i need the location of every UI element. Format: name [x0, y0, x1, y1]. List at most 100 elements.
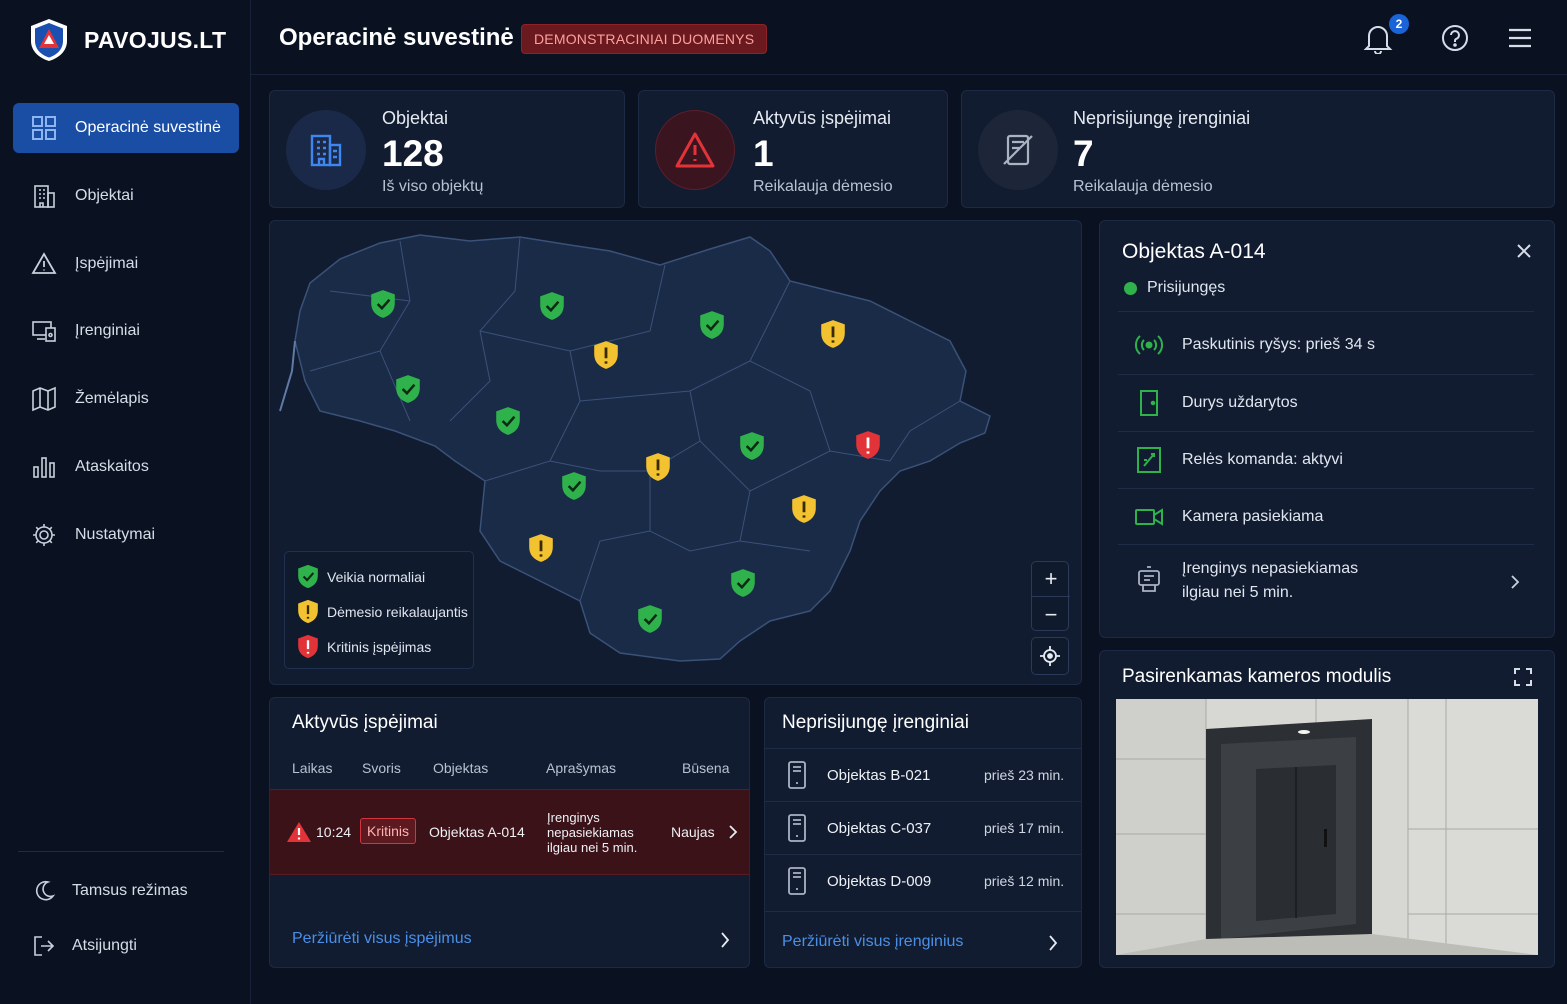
stat-sub: Reikalauja dėmesio — [1073, 178, 1213, 195]
list-item[interactable]: Objektas C-037 prieš 17 min. — [765, 801, 1081, 854]
gear-icon — [33, 524, 55, 546]
dark-mode-label: Tamsus režimas — [72, 882, 188, 899]
device-time: prieš 12 min. — [984, 873, 1065, 889]
warning-icon — [31, 252, 57, 274]
online-status: Prisijungęs — [1124, 279, 1225, 297]
demo-badge: DEMONSTRACINIAI DUOMENYS — [521, 24, 768, 54]
header: Operacinė suvestinė DEMONSTRACINIAI DUOM… — [251, 0, 1567, 75]
offline-device-icon — [978, 110, 1058, 190]
device-name: Objektas C-037 — [827, 819, 932, 837]
sidebar-item-map[interactable]: Žemėlapis — [13, 374, 239, 424]
camera-icon — [1135, 507, 1163, 526]
map-coast-spit — [279, 340, 296, 412]
object-detail-panel: Objektas A-014 Prisijungęs Paskutinis ry… — [1099, 220, 1555, 638]
sidebar-item-label: Ataskaitos — [75, 458, 149, 475]
view-all-devices-link[interactable]: Peržiūrėti visus įrenginius — [782, 933, 963, 951]
chevron-right-icon[interactable] — [728, 825, 738, 839]
column-header: Svoris — [362, 760, 401, 776]
stat-label: Aktyvūs įspėjimai — [753, 108, 892, 128]
camera-title: Pasirenkamas kameros modulis — [1122, 666, 1392, 687]
column-header: Aprašymas — [546, 760, 617, 776]
sidebar-item-alerts[interactable]: Įspėjimai — [13, 239, 239, 289]
devices-icon — [32, 321, 56, 342]
phone-device-icon — [788, 814, 806, 842]
list-item[interactable]: Objektas B-021 prieš 23 min. — [765, 748, 1081, 801]
view-all-alerts-link[interactable]: Peržiūrėti visus įspėjimus — [292, 930, 472, 948]
crosshair-icon — [1040, 646, 1060, 666]
sidebar-item-dashboard[interactable]: Operacinė suvestinė — [13, 103, 239, 153]
legend-item-ok: Veikia normaliai — [297, 564, 425, 589]
offline-divider — [765, 911, 1081, 912]
sidebar: PAVOJUS.LT Operacinė suvestinė Objektai … — [0, 0, 251, 1004]
sidebar-item-settings[interactable]: Nustatymai — [13, 510, 239, 560]
detail-title: Objektas A-014 — [1122, 240, 1266, 263]
detail-row-door: Durys uždarytos — [1118, 374, 1534, 430]
bar-chart-icon — [33, 457, 55, 478]
fullscreen-icon[interactable] — [1514, 668, 1532, 686]
severity-badge: Kritinis — [360, 818, 417, 844]
alert-time: 10:24 — [316, 824, 352, 840]
phone-device-icon — [788, 867, 806, 895]
stat-sub: Iš viso objektų — [382, 178, 484, 195]
shield-alert-icon — [298, 634, 318, 659]
device-warning-icon — [1138, 565, 1160, 592]
offline-devices-panel: Neprisijungę įrenginiai Objektas B-021 p… — [764, 697, 1082, 968]
hamburger-menu-icon[interactable] — [1507, 26, 1533, 50]
relay-icon — [1137, 446, 1161, 473]
help-icon[interactable] — [1441, 24, 1469, 52]
device-time: prieš 17 min. — [984, 820, 1065, 836]
sidebar-item-objects[interactable]: Objektai — [13, 171, 239, 221]
column-header: Laikas — [292, 760, 333, 776]
alert-object: Objektas A-014 — [429, 824, 525, 840]
zoom-out-button[interactable]: − — [1032, 597, 1070, 632]
stat-value: 7 — [1073, 133, 1094, 174]
list-item[interactable]: Objektas D-009 prieš 12 min. — [765, 854, 1081, 907]
map-panel[interactable]: Veikia normaliai Dėmesio reikalaujantis … — [269, 220, 1082, 685]
logout-label: Atsijungti — [72, 937, 137, 954]
alerts-title: Aktyvūs įspėjimai — [292, 712, 438, 733]
detail-row-device-unreachable[interactable]: Įrenginys nepasiekiamas ilgiau nei 5 min… — [1118, 544, 1534, 616]
brand[interactable]: PAVOJUS.LT — [28, 18, 226, 62]
chevron-right-icon[interactable] — [720, 932, 730, 948]
chevron-right-icon[interactable] — [1510, 575, 1520, 589]
stat-value: 128 — [382, 133, 444, 174]
building-icon — [286, 110, 366, 190]
stat-sub: Reikalauja dėmesio — [753, 178, 893, 195]
brand-name: PAVOJUS.LT — [84, 26, 227, 53]
sidebar-item-reports[interactable]: Ataskaitos — [13, 442, 239, 492]
alert-triangle-icon — [655, 110, 735, 190]
locate-button[interactable] — [1031, 637, 1069, 675]
sidebar-item-label: Operacinė suvestinė — [75, 119, 221, 136]
page-title: Operacinė suvestinė — [279, 24, 514, 51]
status-dot — [1124, 281, 1137, 295]
camera-feed-image[interactable] — [1116, 699, 1538, 955]
chevron-right-icon[interactable] — [1048, 935, 1058, 951]
stat-label: Objektai — [382, 108, 449, 128]
offline-title: Neprisijungę įrenginiai — [782, 712, 969, 733]
logout-button[interactable]: Atsijungti — [32, 926, 242, 966]
close-icon[interactable] — [1516, 243, 1532, 259]
map-legend: Veikia normaliai Dėmesio reikalaujantis … — [284, 551, 474, 669]
door-icon — [1140, 389, 1158, 416]
device-name: Objektas D-009 — [827, 872, 932, 890]
table-row[interactable]: 10:24 Kritinis Objektas A-014 Įrenginys … — [270, 789, 749, 875]
sidebar-item-label: Objektai — [75, 187, 134, 204]
stat-label: Neprisijungę įrenginiai — [1073, 108, 1251, 128]
stat-card-objects[interactable]: Objektai 128 Iš viso objektų — [269, 90, 625, 208]
stat-card-alerts[interactable]: Aktyvūs įspėjimai 1 Reikalauja dėmesio — [638, 90, 948, 208]
zoom-in-button[interactable]: + — [1032, 562, 1070, 597]
alert-description: Įrenginys nepasiekiamas ilgiau nei 5 min… — [547, 810, 638, 855]
legend-item-warn: Dėmesio reikalaujantis — [297, 599, 468, 624]
alert-triangle-icon — [287, 822, 311, 842]
sidebar-item-devices[interactable]: Įrenginiai — [13, 306, 239, 356]
shield-check-icon — [298, 564, 318, 589]
stat-card-offline[interactable]: Neprisijungę įrenginiai 7 Reikalauja dėm… — [961, 90, 1555, 208]
column-header: Būsena — [682, 760, 730, 776]
detail-divider — [1118, 311, 1534, 312]
device-name: Objektas B-021 — [827, 766, 931, 784]
notification-count-badge: 2 — [1389, 14, 1409, 34]
dark-mode-toggle[interactable]: Tamsus režimas — [32, 871, 242, 911]
sidebar-item-label: Įspėjimai — [75, 255, 139, 272]
stat-value: 1 — [753, 133, 774, 174]
camera-panel: Pasirenkamas kameros modulis — [1099, 650, 1555, 968]
